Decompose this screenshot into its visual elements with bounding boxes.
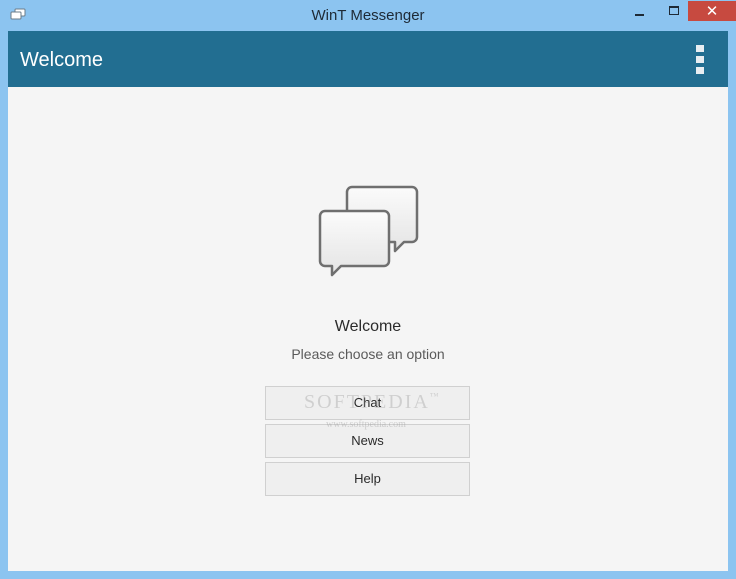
close-icon: ✕	[705, 2, 719, 20]
welcome-heading: Welcome	[334, 318, 402, 335]
client-area: Welcome Welcome Please choose an option …	[8, 31, 728, 571]
overflow-menu-icon[interactable]	[692, 43, 708, 77]
menu-dot	[696, 56, 704, 63]
chat-bubbles-icon	[318, 184, 422, 278]
menu-dot	[696, 45, 704, 52]
maximize-button[interactable]	[660, 1, 687, 22]
news-button[interactable]: News	[265, 424, 470, 458]
chat-button[interactable]: Chat	[265, 386, 470, 420]
minimize-button[interactable]	[622, 1, 660, 22]
title-bar[interactable]: WinT Messenger ✕	[0, 0, 736, 30]
help-button[interactable]: Help	[265, 462, 470, 496]
app-bar: Welcome	[8, 31, 728, 87]
minimize-icon	[635, 14, 644, 16]
maximize-icon	[669, 6, 679, 15]
welcome-subheading: Please choose an option	[291, 346, 445, 362]
menu-dot	[696, 67, 704, 74]
close-button[interactable]: ✕	[688, 1, 736, 21]
app-window: WinT Messenger ✕ Welcome Welcome Please …	[0, 0, 736, 579]
app-bar-title: Welcome	[20, 49, 103, 71]
